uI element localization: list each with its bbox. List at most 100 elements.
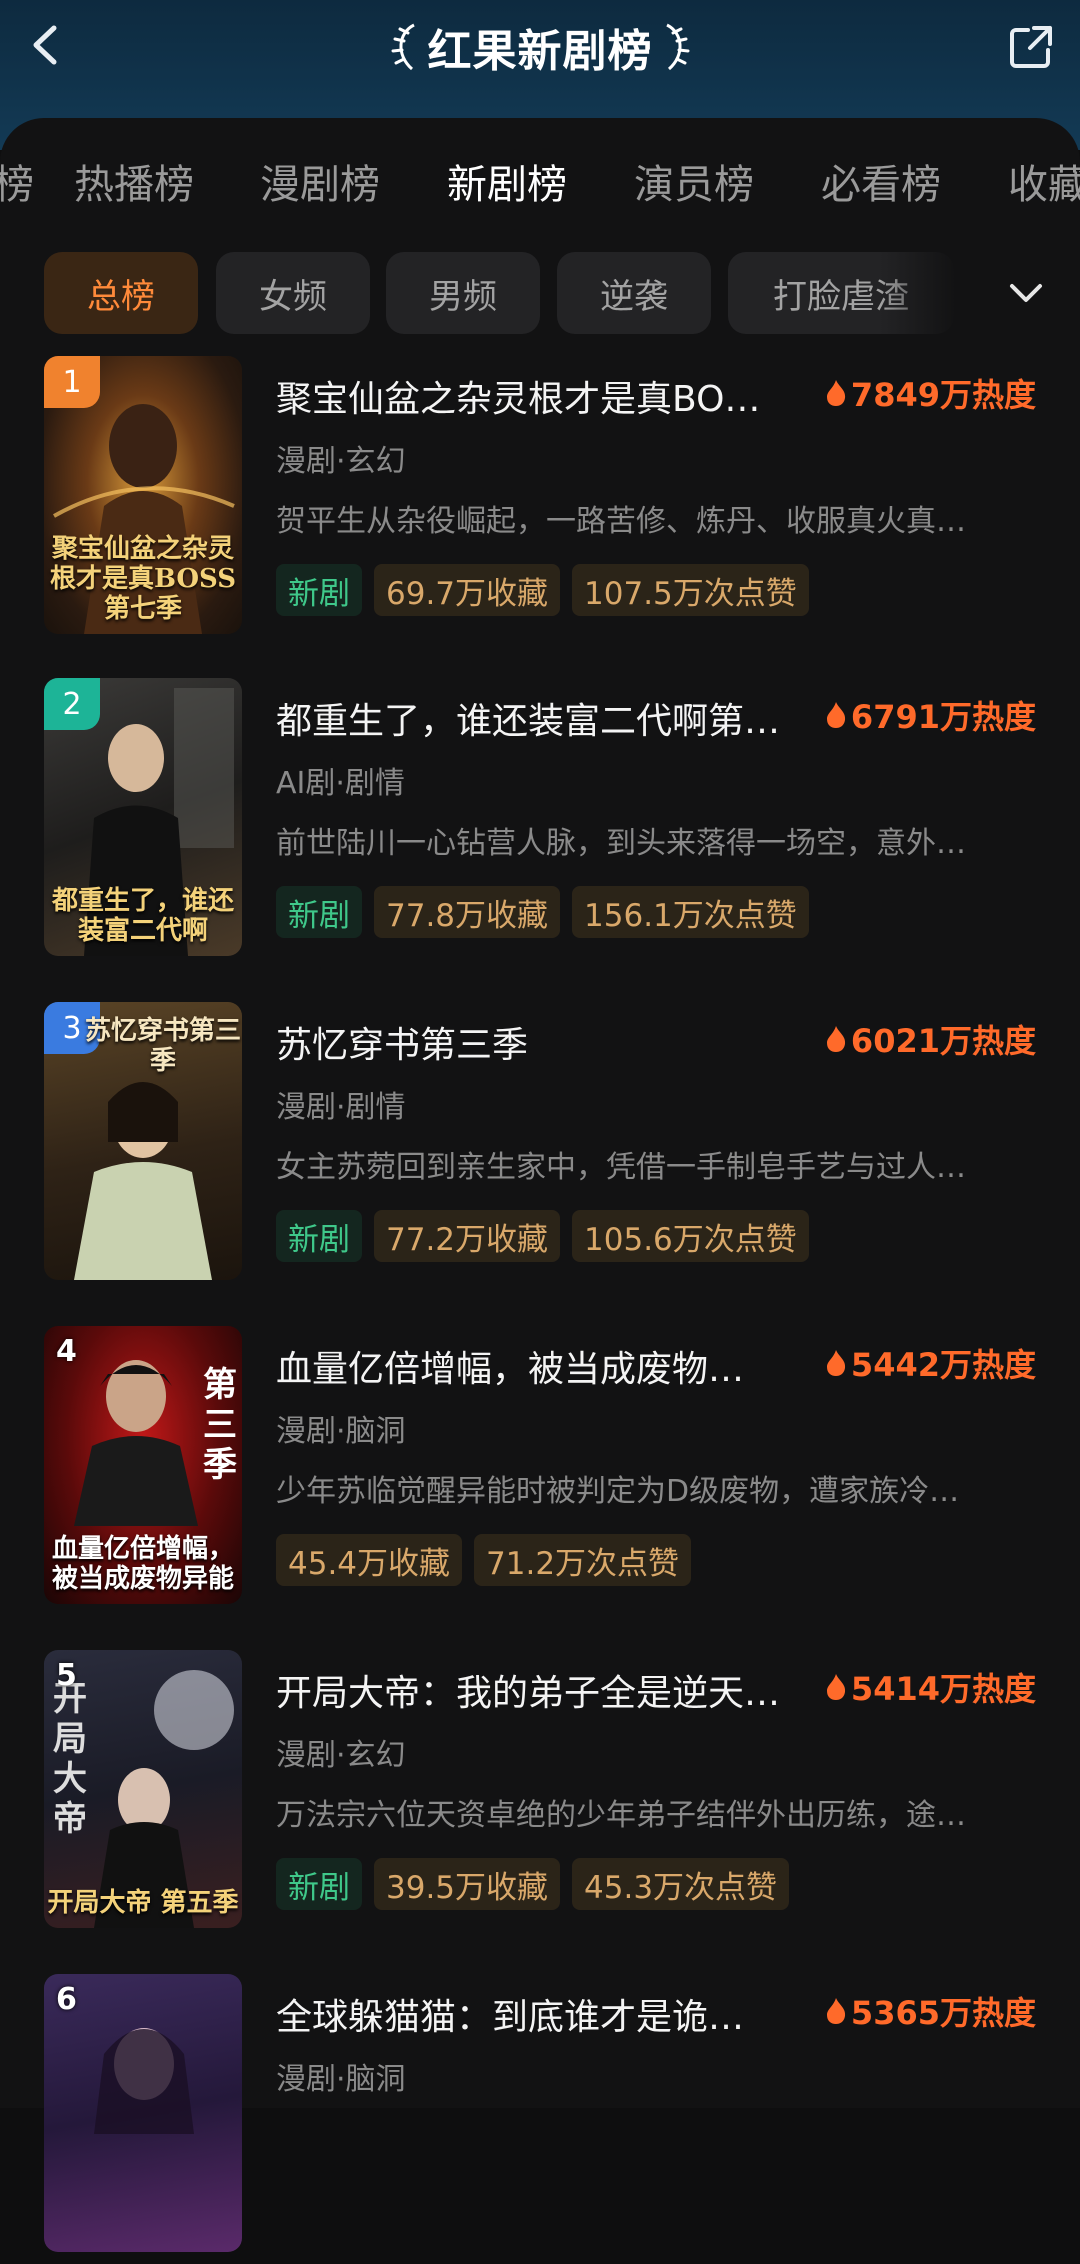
flame-icon (826, 380, 846, 406)
rank-badge: 1 (44, 356, 100, 408)
svg-text:帝: 帝 (53, 1799, 87, 1839)
ranking-tabs: 榜 热播榜 漫剧榜 新剧榜 演员榜 必看榜 收藏 (0, 150, 1080, 220)
chip-all[interactable]: 总榜 (44, 252, 198, 334)
heat-score: 6791万热度 (825, 692, 1036, 738)
tab-actors[interactable]: 演员榜 (634, 150, 754, 220)
cover-caption: 苏忆穿书第三季 (84, 1016, 241, 1076)
tab-comic[interactable]: 漫剧榜 (260, 150, 380, 220)
svg-text:三: 三 (203, 1405, 237, 1445)
description: 女主苏菀回到亲生家中，凭借一手制皂手艺与过人… (276, 1150, 966, 1185)
chevron-down-icon[interactable] (1004, 274, 1048, 314)
rank-number: 4 (56, 1334, 77, 1369)
heat-score: 5365万热度 (825, 1988, 1036, 2034)
chips-fade (880, 252, 990, 336)
flame-icon (826, 1026, 846, 1052)
description: 贺平生从杂役崛起，一路苦修、炼丹、收服真火真… (276, 504, 966, 539)
share-icon[interactable] (1006, 22, 1056, 72)
tag-row: 新剧 77.8万收藏 156.1万次点赞 (276, 886, 809, 938)
cover-caption: 血量亿倍增幅，被当成废物异能 (51, 1534, 234, 1594)
item-title[interactable]: 开局大帝：我的弟子全是逆天… (276, 1664, 816, 1716)
likes-tag: 45.3万次点赞 (572, 1858, 790, 1910)
chip-male[interactable]: 男频 (386, 252, 540, 334)
tab-new[interactable]: 新剧榜 (447, 150, 567, 220)
likes-tag: 105.6万次点赞 (572, 1210, 809, 1262)
tab-collect[interactable]: 收藏 (1008, 150, 1080, 220)
genre-label: 漫剧·剧情 (276, 1090, 406, 1125)
heat-value: 5365万热度 (850, 1994, 1036, 2032)
cover-image[interactable]: 1 聚宝仙盆之杂灵根才是真BOSS第七季 (44, 356, 242, 634)
chip-comeback[interactable]: 逆袭 (557, 252, 711, 334)
likes-tag: 156.1万次点赞 (572, 886, 809, 938)
svg-text:第: 第 (203, 1365, 237, 1405)
cover-image[interactable]: 6 (44, 1974, 242, 2252)
new-badge: 新剧 (276, 1210, 362, 1262)
cover-caption: 开局大帝 第五季 (47, 1888, 239, 1918)
likes-tag: 107.5万次点赞 (572, 564, 809, 616)
new-badge: 新剧 (276, 564, 362, 616)
svg-text:大: 大 (53, 1759, 87, 1799)
heat-value: 5442万热度 (850, 1346, 1036, 1384)
list-item[interactable]: 第 三 季 4 血量亿倍增幅，被当成废物异能 血量亿倍增幅，被当成废物… 544… (0, 1326, 1080, 1616)
cover-image[interactable]: 3 苏忆穿书第三季 (44, 1002, 242, 1280)
tab-hot[interactable]: 热播榜 (74, 150, 194, 220)
cover-caption: 聚宝仙盆之杂灵根才是真BOSS第七季 (49, 534, 237, 624)
cover-image[interactable]: 2 都重生了，谁还装富二代啊 (44, 678, 242, 956)
heat-score: 5414万热度 (825, 1664, 1036, 1710)
likes-tag: 71.2万次点赞 (474, 1534, 692, 1586)
new-badge: 新剧 (276, 886, 362, 938)
favorites-tag: 45.4万收藏 (276, 1534, 463, 1586)
genre-label: 漫剧·脑洞 (276, 1414, 406, 1449)
description: 万法宗六位天资卓绝的少年弟子结伴外出历练，途… (276, 1798, 966, 1833)
flame-icon (826, 702, 846, 728)
title-group: 红果新剧榜 (0, 12, 1080, 82)
tag-row: 新剧 77.2万收藏 105.6万次点赞 (276, 1210, 809, 1262)
tag-row: 新剧 39.5万收藏 45.3万次点赞 (276, 1858, 790, 1910)
favorites-tag: 77.8万收藏 (374, 886, 561, 938)
heat-score: 7849万热度 (825, 370, 1036, 416)
list-item[interactable]: 3 苏忆穿书第三季 苏忆穿书第三季 6021万热度 漫剧·剧情 女主苏菀回到亲生… (0, 1002, 1080, 1292)
chip-female[interactable]: 女频 (216, 252, 370, 334)
genre-label: AI剧·剧情 (276, 766, 405, 801)
heat-value: 5414万热度 (850, 1670, 1036, 1708)
list-item[interactable]: 1 聚宝仙盆之杂灵根才是真BOSS第七季 聚宝仙盆之杂灵根才是真BO… 7849… (0, 356, 1080, 646)
laurel-right-icon (665, 23, 689, 71)
rank-number: 5 (56, 1658, 77, 1693)
genre-label: 漫剧·脑洞 (276, 2062, 406, 2097)
heat-value: 7849万热度 (850, 376, 1036, 414)
tab-partial-left[interactable]: 榜 (0, 150, 34, 220)
genre-label: 漫剧·玄幻 (276, 1738, 406, 1773)
item-title[interactable]: 全球躲猫猫：到底谁才是诡… (276, 1988, 816, 2040)
list-item[interactable]: 开 局 大 帝 5 开局大帝 第五季 开局大帝：我的弟子全是逆天… 5414万热… (0, 1650, 1080, 1940)
favorites-tag: 69.7万收藏 (374, 564, 561, 616)
svg-text:局: 局 (53, 1719, 87, 1759)
flame-icon (826, 1350, 846, 1376)
cover-image[interactable]: 第 三 季 4 血量亿倍增幅，被当成废物异能 (44, 1326, 242, 1604)
description: 少年苏临觉醒异能时被判定为D级废物，遭家族冷… (276, 1474, 960, 1509)
cover-image[interactable]: 开 局 大 帝 5 开局大帝 第五季 (44, 1650, 242, 1928)
flame-icon (826, 1998, 846, 2024)
list-item[interactable]: 2 都重生了，谁还装富二代啊 都重生了，谁还装富二代啊第… 6791万热度 AI… (0, 678, 1080, 968)
genre-label: 漫剧·玄幻 (276, 444, 406, 479)
item-title[interactable]: 苏忆穿书第三季 (276, 1016, 816, 1068)
rank-number: 6 (56, 1982, 77, 2017)
svg-text:季: 季 (203, 1445, 237, 1485)
heat-value: 6021万热度 (850, 1022, 1036, 1060)
item-title[interactable]: 聚宝仙盆之杂灵根才是真BO… (276, 370, 816, 422)
list-item[interactable]: 6 全球躲猫猫：到底谁才是诡… 5365万热度 漫剧·脑洞 (0, 1974, 1080, 2264)
heat-score: 5442万热度 (825, 1340, 1036, 1386)
heat-score: 6021万热度 (825, 1016, 1036, 1062)
rank-badge: 2 (44, 678, 100, 730)
tag-row: 新剧 69.7万收藏 107.5万次点赞 (276, 564, 809, 616)
new-badge: 新剧 (276, 1858, 362, 1910)
favorites-tag: 77.2万收藏 (374, 1210, 561, 1262)
cover-caption: 都重生了，谁还装富二代啊 (51, 886, 234, 946)
filter-chips: 总榜 女频 男频 逆袭 打脸虐渣 (0, 252, 1080, 336)
item-title[interactable]: 都重生了，谁还装富二代啊第… (276, 692, 816, 744)
tab-must-watch[interactable]: 必看榜 (821, 150, 941, 220)
item-title[interactable]: 血量亿倍增幅，被当成废物… (276, 1340, 816, 1392)
flame-icon (826, 1674, 846, 1700)
description: 前世陆川一心钻营人脉，到头来落得一场空，意外… (276, 826, 966, 861)
tag-row: 45.4万收藏 71.2万次点赞 (276, 1534, 692, 1586)
heat-value: 6791万热度 (850, 698, 1036, 736)
page-title: 红果新剧榜 (427, 26, 653, 77)
